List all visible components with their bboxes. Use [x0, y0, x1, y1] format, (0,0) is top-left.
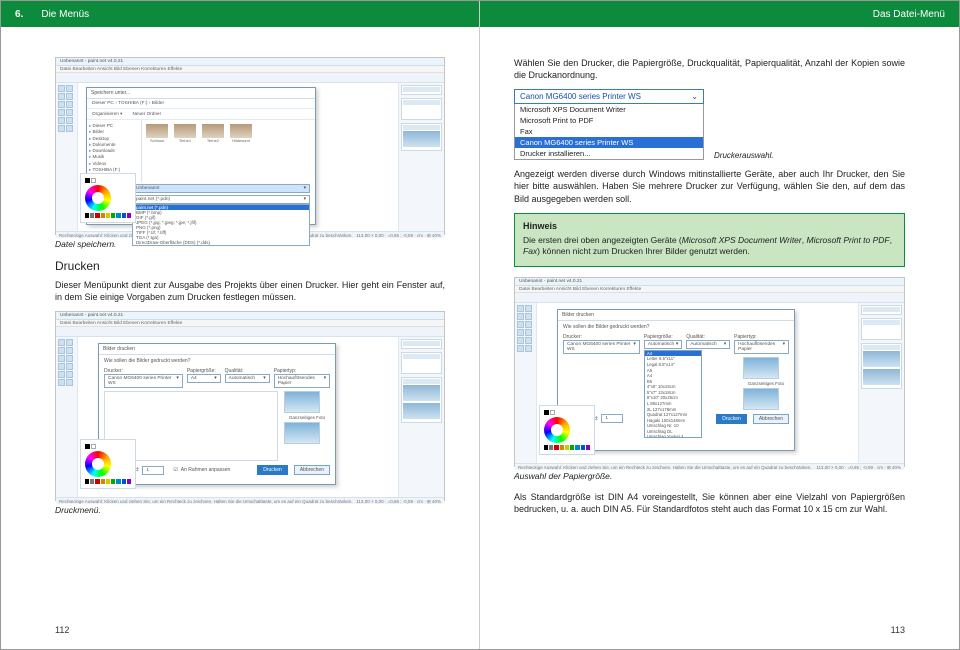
- tool-icon: [58, 101, 65, 108]
- tool-icon: [66, 85, 73, 92]
- layer-thumb: [403, 131, 440, 147]
- page-number-left: 112: [55, 625, 69, 635]
- para-after-dropdown: Angezeigt werden diverse durch Windows m…: [514, 168, 905, 204]
- screenshot-papersize: Unbenannt - paint.net v4.0.21 Datei Bear…: [514, 277, 905, 467]
- app-toolbar: [515, 293, 904, 303]
- app-toolbar: [56, 327, 444, 337]
- file-tiles[interactable]: Schloss Terhe1 Terhe2 Hildesund: [142, 120, 315, 147]
- header-right: Das Datei-Menü: [480, 1, 959, 27]
- color-wheel-icon: [85, 451, 111, 477]
- app-titlebar: Unbenannt - paint.net v4.0.21: [515, 278, 904, 286]
- tool-icon: [66, 101, 73, 108]
- caption-papersize: Auswahl der Papiergröße.: [514, 471, 905, 481]
- color-panel: [80, 439, 136, 489]
- right-panels: [398, 83, 444, 231]
- papersize-select[interactable]: A4▾: [187, 374, 221, 383]
- dialog-subtitle: Wie sollen die Bilder gedruckt werden?: [563, 324, 789, 330]
- color-panel: [80, 173, 136, 223]
- dialog-title: Bilder drucken: [558, 310, 794, 321]
- cancel-button[interactable]: Abbrechen: [753, 414, 789, 424]
- dialog-title: Bilder drucken: [99, 344, 335, 355]
- papertype-select[interactable]: Hochauflösendes Papier▾: [274, 374, 330, 388]
- tool-icon: [58, 125, 65, 132]
- status-bar: Rechteckige Auswahl: Klicken und ziehen …: [56, 497, 444, 504]
- tools-panel: [56, 83, 78, 231]
- right-panels: [858, 303, 904, 463]
- printer-dropdown-list[interactable]: Microsoft XPS Document Writer Microsoft …: [514, 104, 704, 160]
- print-button[interactable]: Drucken: [257, 465, 288, 475]
- app-toolbar: [56, 73, 444, 83]
- color-wheel-icon: [544, 417, 570, 443]
- app-titlebar: Unbenannt - paint.net v4.0.21: [56, 58, 444, 66]
- layout-options[interactable]: Ganzseitiges Foto: [743, 357, 789, 410]
- para-intro: Wählen Sie den Drucker, die Papiergröße,…: [514, 57, 905, 81]
- right-panels: [398, 337, 444, 497]
- tools-panel: [56, 337, 78, 497]
- tool-icon: [58, 117, 65, 124]
- canvas-area: Bilder drucken Wie sollen die Bilder ged…: [78, 337, 398, 497]
- hint-title: Hinweis: [523, 220, 896, 232]
- quality-select[interactable]: Automatisch▾: [686, 340, 730, 349]
- papersize-label: Papiergröße:: [187, 368, 221, 374]
- cancel-button[interactable]: Abbrechen: [294, 465, 330, 475]
- app-menubar: Datei Bearbeiten Ansicht Bild Ebenen Kor…: [56, 320, 444, 327]
- book-spread: 6. Die Menüs Unbenannt - paint.net v4.0.…: [0, 0, 960, 650]
- screenshot-print-dialog: Unbenannt - paint.net v4.0.21 Datei Bear…: [55, 311, 445, 501]
- tool-icon: [58, 93, 65, 100]
- caption-printmenu: Druckmenü.: [55, 505, 445, 515]
- chapter-title: Die Menüs: [41, 9, 89, 20]
- organize-button[interactable]: Organisieren ▾: [92, 111, 123, 117]
- chevron-down-icon: ⌄: [691, 92, 698, 101]
- filetype-select[interactable]: paint.net (*.pdn)▾: [132, 195, 310, 204]
- fit-frame-checkbox[interactable]: An Rahmen anpassen: [181, 467, 230, 473]
- papersize-select[interactable]: Automatisch▾: [644, 340, 682, 349]
- print-button[interactable]: Drucken: [716, 414, 747, 424]
- header-left: 6. Die Menüs: [1, 1, 479, 27]
- tool-icon: [66, 93, 73, 100]
- layout-options[interactable]: Ganzseitiges Foto: [284, 391, 330, 461]
- page-left: 6. Die Menüs Unbenannt - paint.net v4.0.…: [1, 1, 480, 649]
- papertype-select[interactable]: Hochauflösendes Papier▾: [734, 340, 789, 354]
- hint-box: Hinweis Die ersten drei oben angezeigten…: [514, 213, 905, 267]
- color-panel: [539, 405, 595, 455]
- para-end: Als Standardgröße ist DIN A4 voreingeste…: [514, 491, 905, 515]
- canvas-area: Bilder drucken Wie sollen die Bilder ged…: [537, 303, 858, 463]
- canvas-area: Speichern unter... Dieser PC › TOSHIBA (…: [78, 83, 398, 231]
- tool-icon: [58, 109, 65, 116]
- dialog-title: Speichern unter...: [87, 88, 315, 99]
- breadcrumb[interactable]: Dieser PC › TOSHIBA (F:) › Bilder: [87, 99, 315, 109]
- filename-input[interactable]: Unbenannt▾: [132, 184, 310, 193]
- para-print: Dieser Menüpunkt dient zur Ausgabe des P…: [55, 279, 445, 303]
- quality-select[interactable]: Automatisch▾: [225, 374, 270, 383]
- printer-dropdown-selected[interactable]: Canon MG6400 series Printer WS ⌄: [514, 89, 704, 104]
- tool-icon: [66, 117, 73, 124]
- copies-input[interactable]: 1: [601, 414, 623, 423]
- app-menubar: Datei Bearbeiten Ansicht Bild Ebenen Kor…: [56, 66, 444, 73]
- tool-icon: [58, 85, 65, 92]
- tool-icon: [66, 125, 73, 132]
- dialog-subtitle: Wie sollen die Bilder gedruckt werden?: [104, 358, 330, 364]
- tool-icon: [66, 109, 73, 116]
- section-title: Das Datei-Menü: [873, 9, 945, 20]
- printer-select[interactable]: Canon MG6400 series Printer WS▾: [104, 374, 183, 388]
- heading-print: Drucken: [55, 259, 445, 273]
- page-right: Das Datei-Menü Wählen Sie den Drucker, d…: [480, 1, 959, 649]
- tools-panel: [515, 303, 537, 463]
- papersize-options[interactable]: A4 Letter 8.5"x11" Legal 8.5"x14" A5 A4 …: [644, 350, 702, 438]
- chapter-number: 6.: [15, 9, 23, 20]
- caption-printer-select: Druckerauswahl.: [714, 151, 774, 160]
- copies-input[interactable]: 1: [142, 466, 164, 475]
- filetype-options[interactable]: paint.net (*.pdn) BMP (*.bmp) GIF (*.gif…: [132, 204, 310, 246]
- color-wheel-icon: [85, 185, 111, 211]
- app-menubar: Datei Bearbeiten Ansicht Bild Ebenen Kor…: [515, 286, 904, 293]
- hint-body: Die ersten drei oben angezeigten Geräte …: [523, 235, 896, 258]
- status-bar: Rechteckige Auswahl: Klicken und ziehen …: [515, 463, 904, 470]
- printer-dropdown-figure: Canon MG6400 series Printer WS ⌄ Microso…: [514, 89, 905, 160]
- screenshot-save-dialog: Unbenannt - paint.net v4.0.21 Datei Bear…: [55, 57, 445, 235]
- page-number-right: 113: [891, 625, 905, 635]
- new-folder-button[interactable]: Neuer Ordner: [133, 111, 162, 117]
- app-titlebar: Unbenannt - paint.net v4.0.21: [56, 312, 444, 320]
- printer-select[interactable]: Canon MG6400 series Printer WS▾: [563, 340, 640, 354]
